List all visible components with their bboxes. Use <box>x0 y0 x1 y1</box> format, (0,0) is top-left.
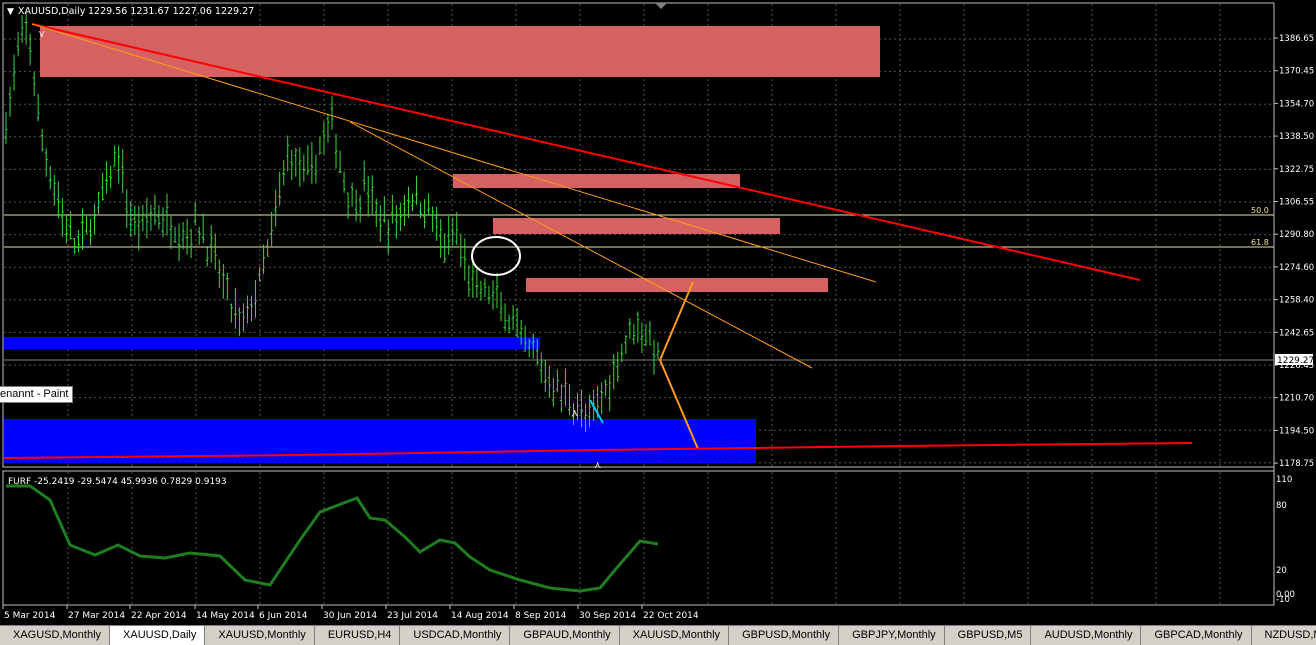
current-price-label: 1229.27 <box>1277 356 1314 366</box>
chart-tab[interactable]: GBPUSD,M5 <box>945 626 1032 645</box>
date-tick-label: 22 Oct 2014 <box>643 611 699 621</box>
chart-tab[interactable]: XAUUSD,Monthly <box>205 626 315 645</box>
paint-tooltip: enannt - Paint <box>0 386 73 403</box>
chart-tab[interactable]: AUDUSD,Monthly <box>1031 626 1142 645</box>
fib-50-label: 50.0 <box>1251 206 1269 215</box>
resistance-zone-mid <box>453 174 740 188</box>
resistance-zone-top <box>40 26 880 77</box>
date-tick-label: 5 Mar 2014 <box>4 611 56 621</box>
date-tick-label: 8 Sep 2014 <box>515 611 567 621</box>
resistance-zone-3 <box>526 278 828 292</box>
price-tick-label: 1178.75 <box>1279 459 1314 469</box>
chart-tab[interactable]: XAUUSD,Monthly <box>620 626 730 645</box>
price-tick-label: 1194.50 <box>1279 426 1314 436</box>
chart-tab-bar: XAGUSD,Monthly XAUUSD,Daily XAUUSD,Monthly… <box>0 625 1316 645</box>
indicator-tick-label: -10 <box>1276 595 1290 605</box>
chart-tab[interactable]: GBPAUD,Monthly <box>510 626 620 645</box>
date-tick-label: 14 May 2014 <box>196 611 255 621</box>
fib-61-label: 61.8 <box>1251 238 1269 247</box>
price-tick-label: 1242.65 <box>1279 328 1314 338</box>
price-tick-label: 1386.65 <box>1279 34 1314 44</box>
chart-tab[interactable]: USDCAD,Monthly <box>400 626 511 645</box>
date-tick-label: 30 Sep 2014 <box>579 611 636 621</box>
price-tick-label: 1274.60 <box>1279 263 1314 273</box>
date-tick-label: 14 Aug 2014 <box>451 611 509 621</box>
date-tick-label: 23 Jul 2014 <box>387 611 438 621</box>
chart-tab[interactable]: GBPCAD,Monthly <box>1141 626 1252 645</box>
fractal-up-arrow: ⋎ <box>38 29 45 40</box>
price-tick-label: 1370.45 <box>1279 67 1314 77</box>
fractal-down-arrow: ⋏ <box>594 460 601 471</box>
price-tick-label: 1210.70 <box>1279 394 1314 404</box>
support-zone-mid <box>4 337 540 349</box>
chart-title-arrow[interactable]: ▼ <box>7 7 14 17</box>
price-tick-label: 1306.55 <box>1279 198 1314 208</box>
chart-canvas[interactable]: ⋎ ⋏ ⋏ ▼ XAUUSD,Daily 1229.56 1231.67 122… <box>0 0 1316 644</box>
chart-tab[interactable]: GBPUSD,Monthly <box>729 626 840 645</box>
price-tick-label: 1258.40 <box>1279 296 1314 306</box>
date-tick-label: 30 Jun 2014 <box>323 611 377 621</box>
chart-tab[interactable]: EURUSD,H4 <box>315 626 401 645</box>
indicator-label: FURF -25.2419 -29.5474 45.9936 0.7829 0.… <box>8 477 227 487</box>
chart-tab[interactable]: XAUUSD,Daily <box>110 626 206 645</box>
chart-tab[interactable]: XAGUSD,Monthly <box>0 626 111 645</box>
indicator-tick-label: 20 <box>1276 566 1287 576</box>
chart-tab[interactable]: NZDUSD,Monthly <box>1252 626 1316 645</box>
chart-tab[interactable]: GBPJPY,Monthly <box>839 626 945 645</box>
price-tick-label: 1338.50 <box>1279 132 1314 142</box>
date-tick-label: 6 Jun 2014 <box>259 611 308 621</box>
price-tick-label: 1354.70 <box>1279 99 1314 109</box>
chart-title: XAUUSD,Daily <box>18 6 86 17</box>
ohlc-values: 1229.56 1231.67 1227.06 1229.27 <box>88 6 254 17</box>
resistance-zone-2 <box>493 218 780 234</box>
indicator-tick-label: 80 <box>1276 501 1287 511</box>
indicator-tick-label: 110 <box>1276 475 1292 485</box>
price-tick-label: 1322.75 <box>1279 165 1314 175</box>
date-tick-label: 22 Apr 2014 <box>131 611 187 621</box>
date-tick-label: 27 Mar 2014 <box>68 611 125 621</box>
price-tick-label: 1290.80 <box>1279 230 1314 240</box>
fractal-down-arrow: ⋏ <box>571 408 578 419</box>
